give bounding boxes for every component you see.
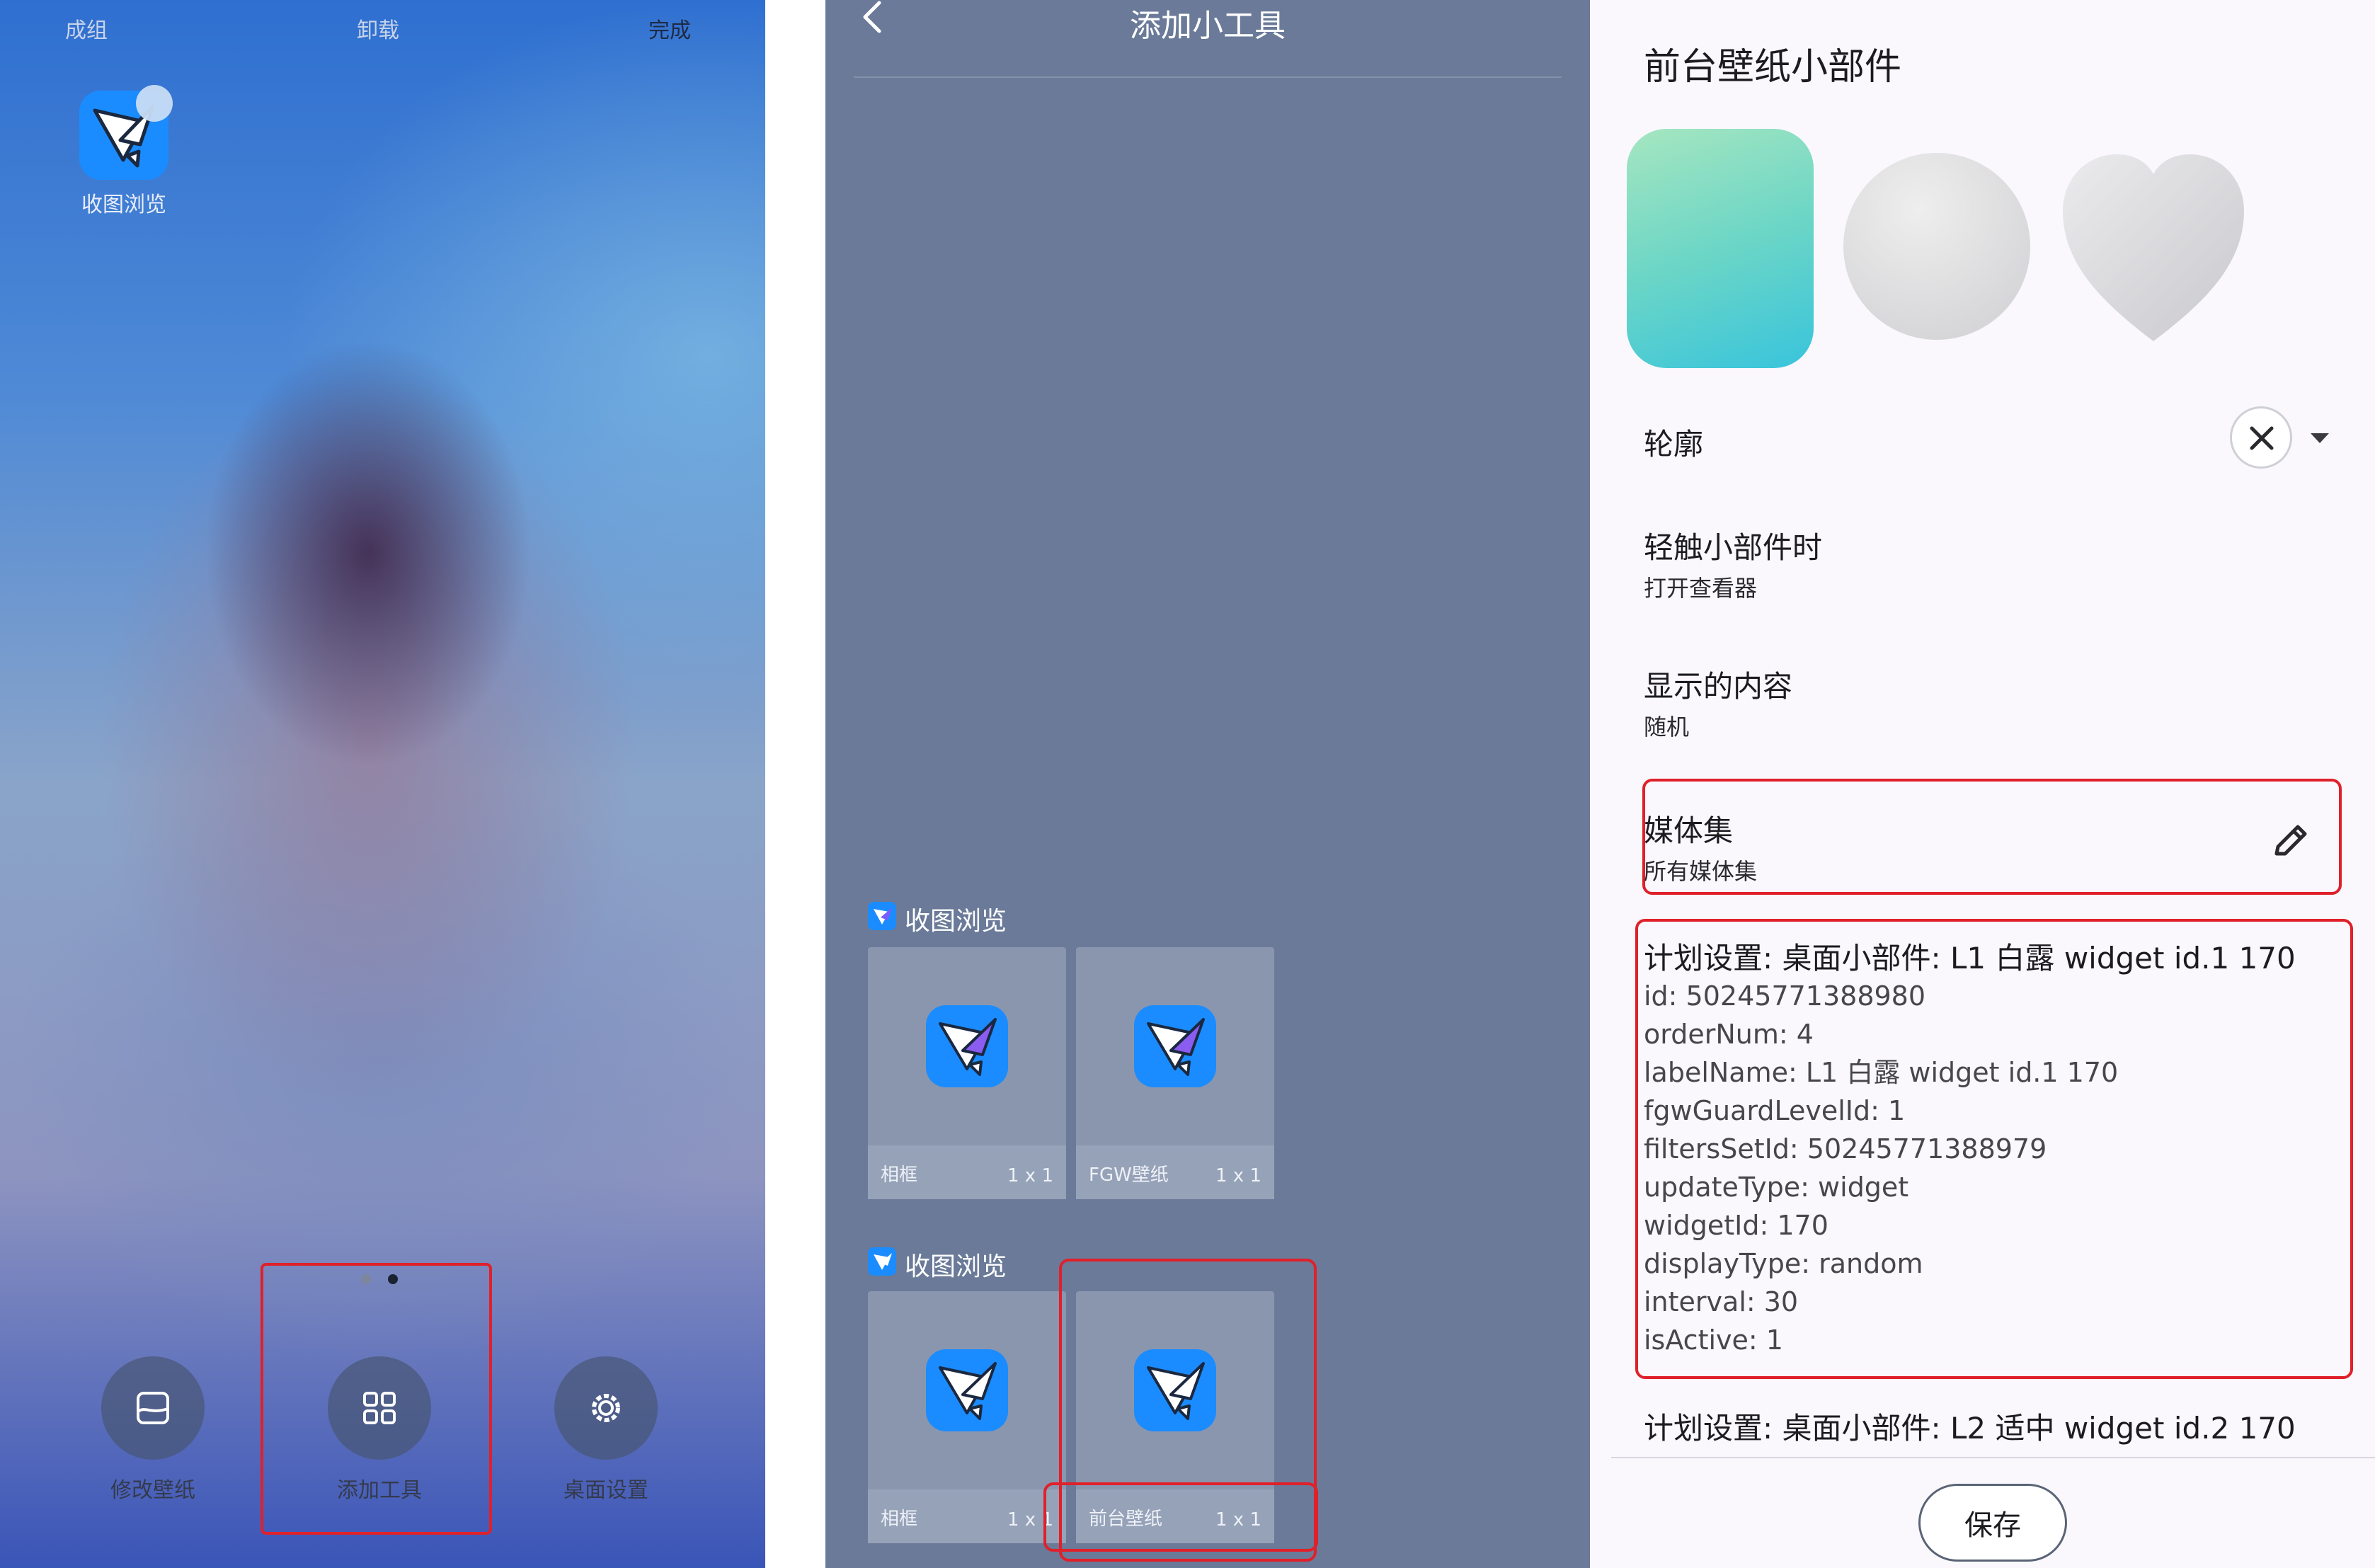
widget-tile-fgw-wallpaper[interactable]: FGW壁纸 1 x 1 — [1076, 947, 1274, 1199]
wallpaper-icon — [137, 1392, 169, 1424]
outline-label: 轮廓 — [1644, 427, 1704, 462]
widget-name: 相框 — [881, 1164, 918, 1186]
media-set-value: 所有媒体集 — [1644, 858, 1758, 885]
widget-tile-photo-frame[interactable]: 相框 1 x 1 — [868, 947, 1066, 1199]
widget-size: 1 x 1 — [1215, 1165, 1261, 1186]
widget-name: 相框 — [881, 1509, 918, 1530]
page-title: 添加小工具 — [1130, 8, 1286, 44]
gear-icon — [592, 1394, 620, 1422]
save-button-label: 保存 — [1964, 1509, 2021, 1542]
plan-line-label: labelName: L1 白露 widget id.1 170 — [1644, 1057, 2119, 1088]
title-divider — [854, 76, 1562, 78]
origami-bird-icon — [1147, 1018, 1205, 1076]
tap-action-title[interactable]: 轻触小部件时 — [1644, 524, 1822, 567]
content-title[interactable]: 显示的内容 — [1644, 663, 1792, 706]
outline-clear-button[interactable] — [2230, 406, 2292, 469]
remove-badge[interactable] — [136, 85, 173, 122]
plan-title[interactable]: 计划设置: 桌面小部件: L2 适中 widget id.2 170 — [1644, 1404, 2296, 1448]
media-set-title[interactable]: 媒体集 — [1644, 807, 1733, 850]
launcher-edit-screen: 成组 卸载 完成 收图浏览 修改壁纸 添加工具 桌面设置 — [0, 0, 765, 1568]
plan-line-id: id: 50245771388980 — [1644, 980, 1926, 1012]
origami-bird-icon — [874, 1253, 892, 1270]
done-action[interactable]: 完成 — [648, 13, 691, 44]
highlight-add-widget — [261, 1263, 492, 1535]
list-divider — [1611, 1457, 2375, 1458]
close-icon — [2250, 426, 2274, 450]
tap-action-value: 打开查看器 — [1644, 575, 1758, 602]
plan-line-guard: fgwGuardLevelId: 1 — [1644, 1095, 1906, 1126]
origami-bird-icon — [939, 1018, 997, 1076]
widget-settings-screen: 前台壁纸小部件 轮廓 轻触小部件时 打开查看器 显示的内容 随机 媒体集 所有媒… — [1590, 0, 2375, 1568]
desktop-settings-label: 桌面设置 — [563, 1478, 648, 1503]
shape-option-heart[interactable] — [2059, 150, 2248, 347]
highlight-widget-name — [1043, 1482, 1318, 1552]
plan-line-widget-id: widgetId: 170 — [1644, 1210, 1829, 1241]
widget-app-icon — [926, 1005, 1008, 1087]
plan-line-order: orderNum: 4 — [1644, 1019, 1814, 1050]
app-label: 收图浏览 — [81, 193, 166, 217]
origami-bird-icon — [874, 908, 892, 925]
section-app-icon — [868, 1247, 896, 1276]
modify-wallpaper-label: 修改壁纸 — [110, 1478, 195, 1503]
widget-app-icon — [1134, 1005, 1216, 1087]
widget-tile-photo-frame[interactable]: 相框 1 x 1 — [868, 1291, 1066, 1543]
chevron-down-icon[interactable] — [2309, 430, 2330, 445]
modify-wallpaper-button[interactable] — [101, 1356, 205, 1460]
widget-app-icon — [926, 1349, 1008, 1431]
origami-bird-icon — [939, 1362, 997, 1420]
plan-line-update-type: updateType: widget — [1644, 1172, 1909, 1203]
content-value: 随机 — [1644, 714, 1690, 740]
desktop-settings-button[interactable] — [554, 1356, 658, 1460]
settings-title: 前台壁纸小部件 — [1644, 46, 1902, 88]
plan-details: id: 50245771388980 orderNum: 4 labelName… — [1644, 977, 2337, 1359]
plan-line-interval: interval: 30 — [1644, 1286, 1799, 1317]
widget-name: FGW壁纸 — [1089, 1164, 1169, 1186]
section-title: 收图浏览 — [905, 1252, 1007, 1281]
section-title: 收图浏览 — [905, 907, 1007, 936]
group-action[interactable]: 成组 — [65, 13, 108, 44]
shape-option-circle[interactable] — [1843, 153, 2030, 340]
save-button[interactable]: 保存 — [1918, 1484, 2067, 1562]
plan-title[interactable]: 计划设置: 桌面小部件: L1 白露 widget id.1 170 — [1644, 934, 2296, 978]
plan-line-filters: filtersSetId: 50245771388979 — [1644, 1133, 2047, 1164]
section-app-icon — [868, 902, 896, 930]
uninstall-action[interactable]: 卸载 — [357, 13, 399, 44]
edit-pencil-icon[interactable] — [2271, 821, 2311, 861]
plan-line-display-type: displayType: random — [1644, 1248, 1923, 1279]
add-widget-screen: 添加小工具 收图浏览 相框 1 x 1 FGW壁纸 1 x 1 收图浏览 相框 … — [825, 0, 1590, 1568]
widget-size: 1 x 1 — [1007, 1165, 1053, 1186]
plan-line-active: isActive: 1 — [1644, 1324, 1783, 1356]
shape-option-rounded-square[interactable] — [1627, 129, 1814, 368]
